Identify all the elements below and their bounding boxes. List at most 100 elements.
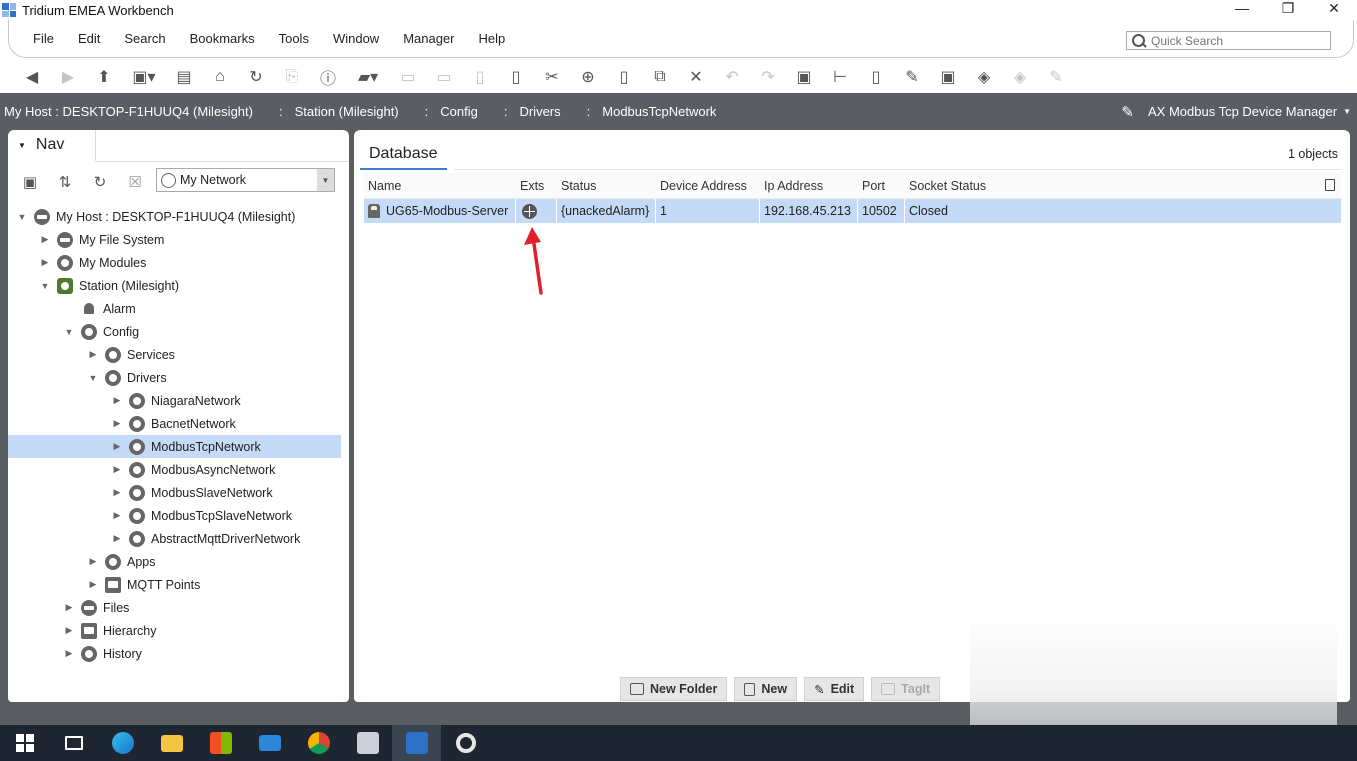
workbench-icon[interactable] (392, 725, 441, 761)
expanded-icon[interactable]: ▼ (63, 326, 75, 338)
collapsed-icon[interactable]: ▶ (111, 441, 123, 453)
view-name[interactable]: AX Modbus Tcp Device Manager (1148, 104, 1337, 119)
column-ip-address[interactable]: Ip Address (760, 173, 858, 198)
tree-node-files[interactable]: ▶ Files (8, 596, 341, 619)
find-icon[interactable]: ▯ (502, 64, 530, 90)
windows-start-icon[interactable] (0, 725, 49, 761)
edit-icon[interactable]: ✎ (898, 64, 926, 90)
collapsed-icon[interactable]: ▶ (111, 395, 123, 407)
back-icon[interactable]: ◀ (18, 64, 46, 90)
collapsed-icon[interactable]: ▶ (39, 257, 51, 269)
column-name[interactable]: Name (364, 173, 516, 198)
collapsed-icon[interactable]: ▶ (63, 602, 75, 614)
collapsed-icon[interactable]: ▶ (111, 464, 123, 476)
edit-button[interactable]: ✎ Edit (804, 677, 865, 701)
tree-node-services[interactable]: ▶ Services (8, 343, 341, 366)
tree-node-modbustcpslavenetwork[interactable]: ▶ ModbusTcpSlaveNetwork (8, 504, 341, 527)
info-icon[interactable]: ⓘ (314, 64, 342, 90)
duplicate-icon[interactable]: ⧉ (646, 64, 674, 90)
column-device-address[interactable]: Device Address (656, 173, 760, 198)
network-select[interactable]: My Network ▼ (156, 168, 335, 192)
tagit-button[interactable]: TagIt (871, 677, 941, 701)
clear-icon[interactable]: ✎ (1042, 64, 1070, 90)
file-explorer-icon[interactable] (147, 725, 196, 761)
collapsed-icon[interactable]: ▶ (63, 648, 75, 660)
view-selector[interactable]: ✎ AX Modbus Tcp Device Manager ▼ (1121, 93, 1351, 130)
column-chooser-icon[interactable] (1325, 179, 1335, 191)
tree-node-drivers[interactable]: ▼ Drivers (8, 366, 341, 389)
mail-icon[interactable] (245, 725, 294, 761)
collapsed-icon[interactable]: ▶ (87, 556, 99, 568)
tree-node-config[interactable]: ▼ Config (8, 320, 341, 343)
edge-icon[interactable] (98, 725, 147, 761)
refresh-icon[interactable]: ↻ (88, 170, 112, 194)
discover-icon[interactable]: ▣ (934, 64, 962, 90)
up-level-icon[interactable]: ⬆ (90, 64, 118, 90)
tree-node-alarm[interactable]: Alarm (8, 297, 341, 320)
new-folder-icon[interactable]: ▣ (18, 170, 42, 194)
expanded-icon[interactable]: ▼ (39, 280, 51, 292)
breadcrumb-drivers[interactable]: Drivers (515, 104, 572, 119)
new-icon[interactable]: ▯ (862, 64, 890, 90)
tree-node-my-host[interactable]: ▼ My Host : DESKTOP-F1HUUQ4 (Milesight) (8, 205, 341, 228)
delete-icon[interactable]: ✕ (682, 64, 710, 90)
expanded-icon[interactable]: ▼ (16, 211, 28, 223)
menu-search[interactable]: Search (112, 31, 177, 46)
column-status[interactable]: Status (557, 173, 656, 198)
close-tree-icon[interactable]: ☒ (123, 170, 147, 194)
quick-search[interactable] (1126, 31, 1331, 50)
copy-icon[interactable]: ⊕ (574, 64, 602, 90)
redo-icon[interactable]: ↷ (754, 64, 782, 90)
menu-manager[interactable]: Manager (391, 31, 466, 46)
task-view-icon[interactable] (49, 725, 98, 761)
tree-node-modbusasyncnetwork[interactable]: ▶ ModbusAsyncNetwork (8, 458, 341, 481)
tree-node-my-modules[interactable]: ▶ My Modules (8, 251, 341, 274)
tree-node-bacnetnetwork[interactable]: ▶ BacnetNetwork (8, 412, 341, 435)
new-button[interactable]: New (734, 677, 798, 701)
breadcrumb-modbustcpnetwork[interactable]: ModbusTcpNetwork (598, 104, 728, 119)
forward-icon[interactable]: ▶ (54, 64, 82, 90)
close-button[interactable]: ✕ (1311, 0, 1357, 20)
nav-tab[interactable]: ▼ Nav (8, 130, 96, 162)
open-folder-icon[interactable]: ▤ (170, 64, 198, 90)
home-icon[interactable]: ⌂ (206, 64, 234, 90)
menu-window[interactable]: Window (321, 31, 391, 46)
undo-icon[interactable]: ↶ (718, 64, 746, 90)
menu-tools[interactable]: Tools (267, 31, 321, 46)
menu-bookmarks[interactable]: Bookmarks (178, 31, 267, 46)
export-icon[interactable]: ▯ (466, 64, 494, 90)
minimize-button[interactable]: — (1219, 0, 1265, 20)
collapsed-icon[interactable]: ▶ (87, 579, 99, 591)
save-icon[interactable]: ▭ (394, 64, 422, 90)
tree-node-apps[interactable]: ▶ Apps (8, 550, 341, 573)
collapsed-icon[interactable]: ▶ (111, 533, 123, 545)
open-icon[interactable]: ▰▾ (350, 64, 386, 90)
copy-ord-icon[interactable]: ⎘ (278, 64, 306, 90)
column-port[interactable]: Port (858, 173, 905, 198)
new-folder-icon[interactable]: ▣ (790, 64, 818, 90)
tree-node-modbusslavenetwork[interactable]: ▶ ModbusSlaveNetwork (8, 481, 341, 504)
breadcrumb-config[interactable]: Config (436, 104, 490, 119)
cut-icon[interactable]: ✂ (538, 64, 566, 90)
link-icon[interactable]: ⊢ (826, 64, 854, 90)
menu-edit[interactable]: Edit (66, 31, 112, 46)
tree-node-niagaranetwork[interactable]: ▶ NiagaraNetwork (8, 389, 341, 412)
column-exts[interactable]: Exts (516, 173, 557, 198)
collapsed-icon[interactable]: ▶ (87, 349, 99, 361)
collapsed-icon[interactable]: ▶ (39, 234, 51, 246)
tree-node-station[interactable]: ▼ Station (Milesight) (8, 274, 341, 297)
tab-database[interactable]: Database (360, 140, 447, 170)
refresh-icon[interactable]: ↻ (242, 64, 270, 90)
menu-file[interactable]: File (21, 31, 66, 46)
collapsed-icon[interactable]: ▶ (111, 487, 123, 499)
chrome-icon[interactable] (294, 725, 343, 761)
extensions-icon[interactable] (522, 203, 537, 219)
table-row[interactable]: UG65-Modbus-Server {unackedAlarm} 1 192.… (364, 199, 1341, 223)
tag-icon[interactable]: ◈ (970, 64, 998, 90)
tree-node-mqtt-points[interactable]: ▶ MQTT Points (8, 573, 341, 596)
collapsed-icon[interactable]: ▶ (111, 510, 123, 522)
expanded-icon[interactable]: ▼ (87, 372, 99, 384)
collapsed-icon[interactable]: ▶ (63, 625, 75, 637)
sort-icon[interactable]: ⇅ (53, 170, 77, 194)
tree-node-modbustcpnetwork[interactable]: ▶ ModbusTcpNetwork (8, 435, 341, 458)
